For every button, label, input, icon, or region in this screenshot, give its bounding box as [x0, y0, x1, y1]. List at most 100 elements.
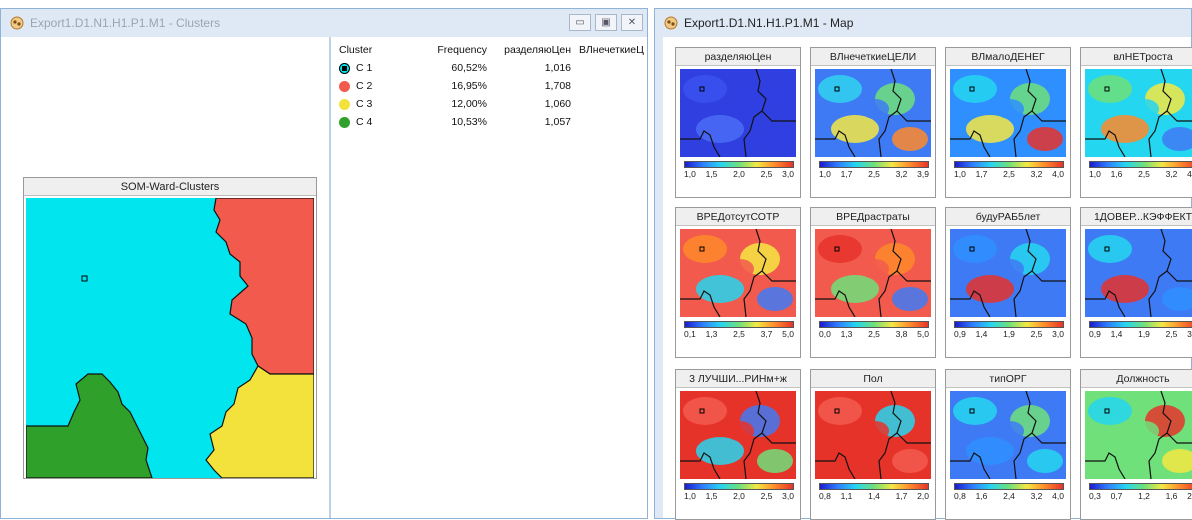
color-scale: 0,8 1,1 1,4 1,7 2,0	[819, 483, 929, 502]
scale-tick-label: 1,4	[868, 491, 880, 501]
cluster-row[interactable]: C 2 16,95% 1,708	[337, 77, 647, 95]
component-map-tile[interactable]: Пол 0,8 1,1 1,4 1,7 2,0	[810, 369, 936, 520]
som-ward-clusters-panel[interactable]: SOM-Ward-Clusters	[23, 177, 317, 479]
component-heatmap[interactable]	[1085, 391, 1192, 479]
clusters-titlebar[interactable]: Export1.D1.N1.H1.P1.M1 - Clusters ▭ ▣ ✕	[1, 9, 647, 37]
component-map-tile[interactable]: 1ДОВЕР...КЭФФЕКТ 0,9 1,4 1,9 2,5 3,0	[1080, 207, 1192, 358]
header-cluster[interactable]: Cluster	[337, 44, 415, 56]
cluster-frequency: 16,95%	[451, 80, 487, 92]
component-heatmap[interactable]	[815, 391, 931, 479]
scale-tick-label: 0,8	[819, 491, 831, 501]
scale-tick-label: 1,1	[840, 491, 853, 501]
component-heatmap[interactable]	[950, 69, 1066, 157]
color-scale: 0,9 1,4 1,9 2,5 3,0	[954, 321, 1064, 340]
color-scale-bar	[1089, 483, 1192, 490]
header-variable-2[interactable]: ВЛнечеткиеЦ	[571, 44, 647, 56]
scale-tick-label: 1,6	[1165, 491, 1178, 501]
color-scale: 1,0 1,5 2,0 2,5 3,0	[684, 161, 794, 180]
scale-tick-label: 1,0	[1089, 169, 1101, 179]
som-panel-title: SOM-Ward-Clusters	[24, 178, 316, 196]
component-map-tile[interactable]: влНЕТроста 1,0 1,6 2,5 3,2 4,0	[1080, 47, 1192, 198]
component-heatmap[interactable]	[815, 229, 931, 317]
component-map-title: влНЕТроста	[1081, 48, 1192, 66]
color-scale-bar	[684, 321, 794, 328]
component-map-tile[interactable]: будуРАБ5лет 0,9 1,4 1,9 2,5 3,0	[945, 207, 1071, 358]
cluster-name-cell: C 3	[337, 98, 415, 110]
minimize-button[interactable]: ▭	[569, 14, 591, 31]
color-scale-bar	[819, 321, 929, 328]
color-scale: 0,9 1,4 1,9 2,5 3,0	[1089, 321, 1192, 340]
scale-tick-label: 1,7	[840, 169, 853, 179]
component-map-tile[interactable]: типОРГ 0,8 1,6 2,4 3,2 4,0	[945, 369, 1071, 520]
scale-tick-label: 1,3	[840, 329, 853, 339]
scale-tick-label: 3,0	[782, 491, 794, 501]
component-heatmap[interactable]	[680, 229, 796, 317]
scale-tick-label: 1,6	[975, 491, 988, 501]
component-heatmap[interactable]	[815, 69, 931, 157]
scale-tick-label: 5,0	[782, 329, 794, 339]
scale-tick-label: 4,0	[1052, 169, 1064, 179]
restore-button[interactable]: ▣	[595, 14, 617, 31]
component-heatmap[interactable]	[1085, 69, 1192, 157]
color-scale: 0,3 0,7 1,2 1,6 2,0	[1089, 483, 1192, 502]
color-scale-bar	[954, 321, 1064, 328]
cluster-row[interactable]: C 3 12,00% 1,060	[337, 95, 647, 113]
component-heatmap[interactable]	[950, 391, 1066, 479]
color-scale-bar	[954, 161, 1064, 168]
map-titlebar[interactable]: Export1.D1.N1.H1.P1.M1 - Map	[655, 9, 1191, 37]
color-scale: 1,0 1,7 2,5 3,2 3,9	[819, 161, 929, 180]
component-map-tile[interactable]: ВЛмалоДЕНЕГ 1,0 1,7 2,5 3,2 4,0	[945, 47, 1071, 198]
header-frequency[interactable]: Frequency	[415, 44, 487, 56]
component-heatmap[interactable]	[950, 229, 1066, 317]
component-map-tile[interactable]: ВРЕДрастраты 0,0 1,3 2,5 3,8 5,0	[810, 207, 936, 358]
color-scale-bar	[819, 161, 929, 168]
scale-tick-label: 1,0	[819, 169, 831, 179]
cluster-color-swatch	[339, 80, 350, 92]
scale-tick-label: 1,6	[1110, 169, 1123, 179]
cluster-color-swatch	[339, 62, 350, 74]
cluster-value: 1,708	[544, 80, 571, 92]
scale-tick-label: 3,0	[1187, 329, 1192, 339]
scale-tick-label: 1,5	[705, 169, 718, 179]
scale-tick-label: 2,5	[1138, 169, 1150, 179]
som-cluster-map[interactable]	[26, 198, 314, 478]
component-map-tile[interactable]: разделяюЦен 1,0 1,5 2,0 2,5 3,0	[675, 47, 801, 198]
scale-tick-label: 2,0	[733, 491, 745, 501]
header-variable-1[interactable]: разделяюЦен	[487, 44, 571, 56]
scale-tick-label: 1,7	[895, 491, 908, 501]
cluster-row[interactable]: C 4 10,53% 1,057	[337, 113, 647, 131]
clusters-window: Export1.D1.N1.H1.P1.M1 - Clusters ▭ ▣ ✕ …	[0, 8, 648, 519]
cluster-name: C 1	[356, 62, 373, 74]
color-scale: 1,0 1,7 2,5 3,2 4,0	[954, 161, 1064, 180]
component-map-title: 1ДОВЕР...КЭФФЕКТ	[1081, 208, 1192, 226]
cluster-map-pane: SOM-Ward-Clusters	[9, 37, 331, 518]
cluster-frequency: 12,00%	[451, 98, 487, 110]
component-maps-area: разделяюЦен 1,0 1,5 2,0 2,5 3,0 ВЛнечеткиеЦЕЛИ…	[663, 37, 1192, 520]
component-heatmap[interactable]	[1085, 229, 1192, 317]
cluster-row[interactable]: C 1 60,52% 1,016	[337, 59, 647, 77]
scale-tick-label: 2,5	[760, 491, 773, 501]
cluster-color-swatch	[339, 116, 350, 128]
scale-tick-label: 0,9	[1089, 329, 1101, 339]
component-map-tile[interactable]: 3 ЛУЧШИ...РИНм+ж 1,0 1,5 2,0 2,5 3,0	[675, 369, 801, 520]
component-map-title: будуРАБ5лет	[946, 208, 1070, 226]
component-map-title: ВЛнечеткиеЦЕЛИ	[811, 48, 935, 66]
color-scale: 0,0 1,3 2,5 3,8 5,0	[819, 321, 929, 340]
cluster-value: 1,060	[544, 98, 571, 110]
scale-tick-label: 2,5	[1165, 329, 1178, 339]
close-button[interactable]: ✕	[621, 14, 643, 31]
scale-tick-label: 4,0	[1052, 491, 1064, 501]
scale-tick-label: 0,1	[684, 329, 696, 339]
component-map-tile[interactable]: Должность 0,3 0,7 1,2 1,6 2,0	[1080, 369, 1192, 520]
clusters-window-title: Export1.D1.N1.H1.P1.M1 - Clusters	[30, 16, 221, 30]
component-heatmap[interactable]	[680, 69, 796, 157]
component-map-title: ВЛмалоДЕНЕГ	[946, 48, 1070, 66]
component-heatmap[interactable]	[680, 391, 796, 479]
component-map-tile[interactable]: ВЛнечеткиеЦЕЛИ 1,0 1,7 2,5 3,2 3,9	[810, 47, 936, 198]
component-map-title: 3 ЛУЧШИ...РИНм+ж	[676, 370, 800, 388]
component-map-tile[interactable]: ВРЕДотсутСОТР 0,1 1,3 2,5 3,7 5,0	[675, 207, 801, 358]
scale-tick-label: 3,2	[895, 169, 908, 179]
scale-tick-label: 1,2	[1138, 491, 1150, 501]
scale-tick-label: 2,5	[868, 329, 880, 339]
scale-tick-label: 1,9	[1003, 329, 1015, 339]
